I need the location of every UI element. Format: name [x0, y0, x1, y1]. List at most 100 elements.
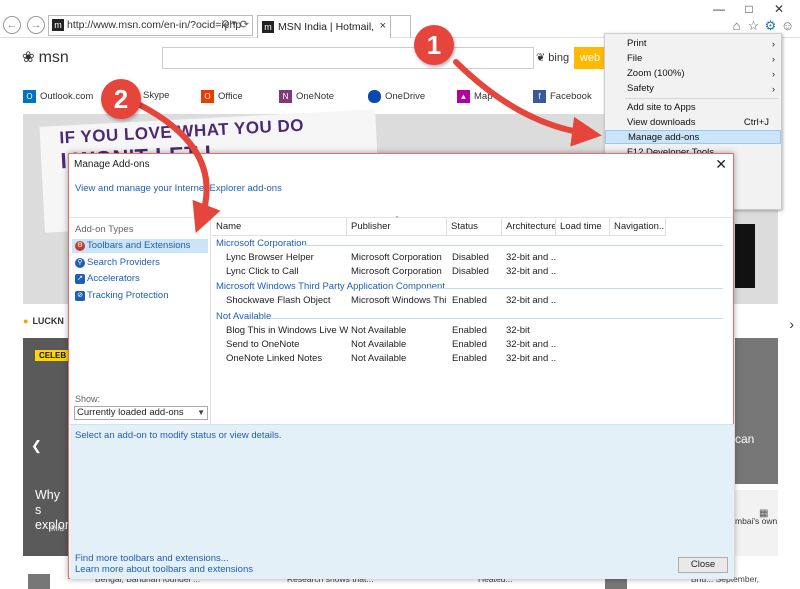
addon-type-search-providers[interactable]: ⚲ Search Providers: [72, 256, 208, 270]
cell-publisher: Microsoft Windows Thir...: [351, 295, 447, 306]
browser-tab[interactable]: m MSN India | Hotmail, Outlo... ×: [257, 15, 391, 38]
outlook-icon: O: [23, 90, 36, 103]
menu-item-label: Print: [627, 38, 647, 49]
chevron-right-icon[interactable]: ›: [789, 316, 794, 332]
menu-item-print[interactable]: Print ›: [605, 37, 781, 51]
search-icon[interactable]: ⚲: [221, 18, 230, 32]
menu-item-view-downloads[interactable]: View downloads Ctrl+J: [605, 116, 781, 130]
show-dropdown[interactable]: Currently loaded add-ons ▼: [74, 406, 208, 420]
app-link-onedrive[interactable]: OneDrive: [368, 90, 425, 103]
dialog-title: Manage Add-ons: [74, 159, 150, 170]
web-search-button[interactable]: web: [574, 47, 606, 69]
dropdown-icon[interactable]: ▼: [230, 19, 238, 28]
menu-item-label: Zoom (100%): [627, 68, 685, 79]
app-link-label: Outlook.com: [40, 91, 94, 103]
chevron-right-icon: ›: [772, 54, 775, 64]
table-row[interactable]: Lync Browser Helper Microsoft Corporatio…: [212, 251, 733, 264]
address-url[interactable]: http://www.msn.com/en-in/?ocid=iehp: [67, 19, 241, 31]
tab-title: MSN India | Hotmail, Outlo...: [278, 21, 376, 33]
back-button[interactable]: ←: [3, 16, 21, 34]
story-card-right[interactable]: can: [735, 338, 778, 484]
cell-name: Blog This in Windows Live Writer: [226, 325, 348, 336]
app-link-facebook[interactable]: f Facebook: [533, 90, 592, 103]
app-link-label: Map: [474, 91, 493, 103]
cell-publisher: Not Available: [351, 339, 407, 350]
column-header-load-time[interactable]: Load time: [556, 218, 610, 236]
app-link-skype[interactable]: Skype: [143, 90, 169, 101]
menu-separator: [625, 98, 779, 99]
learn-more-link[interactable]: Learn more about toolbars and extensions: [75, 564, 253, 575]
column-header-navigation[interactable]: Navigation...: [610, 218, 666, 236]
weather-location[interactable]: ● LUCKN: [23, 316, 64, 326]
addon-type-accelerators[interactable]: ↗ Accelerators: [72, 272, 208, 286]
app-link-maps[interactable]: ▲ Map: [457, 90, 492, 103]
story-card-left[interactable]: CELEB ❮ Why s explor Mid-: [23, 338, 71, 556]
office-icon: O: [201, 90, 214, 103]
step-1-callout: 1: [414, 25, 454, 65]
carousel-prev-icon[interactable]: ❮: [31, 438, 42, 454]
smiley-icon[interactable]: ☺: [779, 18, 796, 33]
column-header-name[interactable]: Name: [212, 218, 347, 236]
sort-up-icon: ⌃: [394, 216, 400, 223]
cell-name: Lync Click to Call: [226, 266, 299, 277]
site-favicon-icon: m: [52, 19, 64, 31]
table-row[interactable]: Shockwave Flash Object Microsoft Windows…: [212, 294, 733, 307]
details-message: Select an add-on to modify status or vie…: [75, 430, 282, 441]
menu-item-manage-add-ons[interactable]: Manage add-ons: [605, 130, 781, 144]
close-window-icon[interactable]: ✕: [764, 2, 794, 16]
addon-types-header: Add-on Types: [75, 224, 134, 235]
story-badge: CELEB: [35, 350, 71, 361]
refresh-icon[interactable]: ⟳: [240, 18, 249, 31]
table-row[interactable]: Send to OneNote Not Available Enabled 32…: [212, 338, 733, 351]
address-bar[interactable]: m http://www.msn.com/en-in/?ocid=iehp ⚲ …: [48, 15, 253, 36]
menu-shortcut: Ctrl+J: [743, 117, 769, 128]
story-source: Mid-: [51, 524, 67, 533]
new-tab-button[interactable]: [391, 15, 411, 38]
dialog-close-icon[interactable]: ✕: [715, 156, 727, 173]
facebook-icon: f: [533, 90, 546, 103]
menu-item-label: Add site to Apps: [627, 102, 696, 113]
cell-publisher: Microsoft Corporation: [351, 266, 442, 277]
table-row[interactable]: Lync Click to Call Microsoft Corporation…: [212, 265, 733, 278]
app-link-label: Skype: [143, 90, 170, 101]
msn-logo-text: msn: [38, 49, 69, 66]
close-button[interactable]: Close: [678, 557, 728, 573]
find-more-link[interactable]: Find more toolbars and extensions...: [75, 553, 229, 564]
gear-icon[interactable]: ⚙: [762, 18, 779, 34]
menu-item-zoom[interactable]: Zoom (100%) ›: [605, 67, 781, 81]
app-link-office[interactable]: O Office: [201, 90, 243, 103]
cell-publisher: Not Available: [351, 353, 407, 364]
msn-search-input[interactable]: [162, 47, 534, 69]
favorites-star-icon[interactable]: ☆: [745, 18, 762, 34]
onedrive-icon: [368, 90, 381, 103]
bing-text: bing: [548, 52, 570, 64]
table-row[interactable]: OneNote Linked Notes Not Available Enabl…: [212, 352, 733, 365]
column-header-architecture[interactable]: Architecture: [502, 218, 556, 236]
cell-status: Disabled: [452, 252, 489, 263]
table-row[interactable]: Blog This in Windows Live Writer Not Ava…: [212, 324, 733, 337]
cell-architecture: 32-bit and ...: [506, 339, 556, 350]
app-link-outlook[interactable]: O Outlook.com: [23, 90, 93, 103]
column-header-status[interactable]: Status: [447, 218, 502, 236]
tab-close-icon[interactable]: ×: [380, 20, 386, 32]
cell-architecture: 32-bit and ...: [506, 266, 556, 277]
browser-toolbar-icons: ⌂ ☆ ⚙ ☺: [728, 18, 796, 34]
manage-addons-link[interactable]: View and manage your Internet Explorer a…: [75, 183, 282, 194]
addon-type-tracking-protection[interactable]: ⊘ Tracking Protection: [72, 289, 208, 303]
home-icon[interactable]: ⌂: [728, 18, 745, 33]
msn-logo[interactable]: ❀ msn: [22, 48, 69, 67]
story-right2-text: mbai's own: [735, 516, 778, 526]
minimize-icon[interactable]: —: [704, 2, 734, 16]
menu-item-file[interactable]: File ›: [605, 52, 781, 66]
cell-name: Send to OneNote: [226, 339, 300, 350]
app-link-label: Office: [218, 91, 243, 103]
app-link-onenote[interactable]: N OneNote: [279, 90, 334, 103]
forward-button[interactable]: →: [27, 16, 45, 34]
addon-type-toolbars-extensions[interactable]: ⚙ Toolbars and Extensions: [72, 239, 208, 253]
menu-item-safety[interactable]: Safety ›: [605, 82, 781, 96]
menu-item-add-site-to-apps[interactable]: Add site to Apps: [605, 101, 781, 115]
story-card-right-2[interactable]: ▦ mbai's own: [735, 490, 778, 556]
cell-architecture: 32-bit and ...: [506, 252, 556, 263]
news-thumb[interactable]: [28, 574, 50, 589]
maximize-icon[interactable]: □: [734, 2, 764, 16]
